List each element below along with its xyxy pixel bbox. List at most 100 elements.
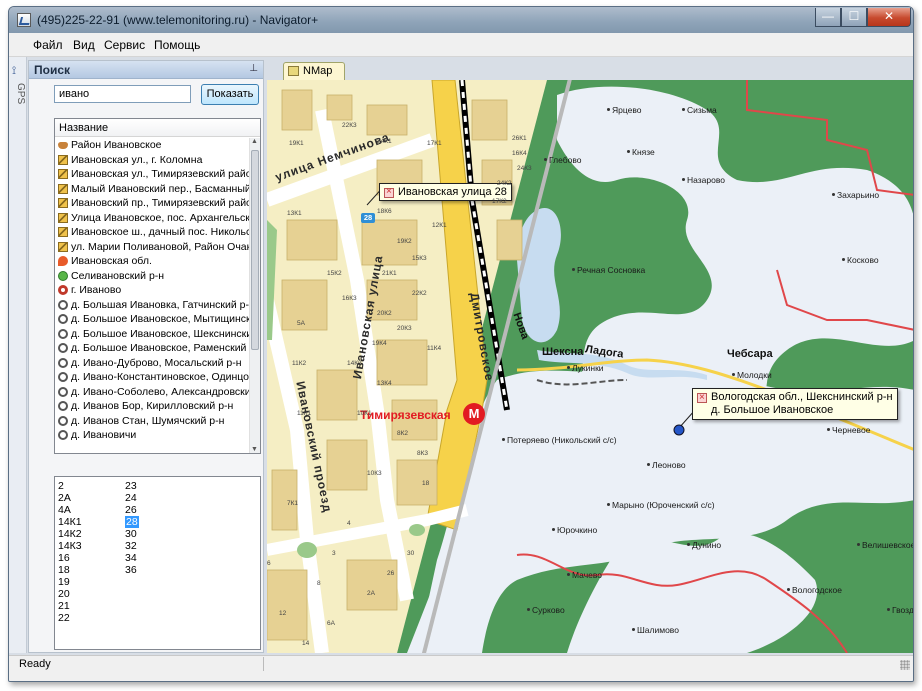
list-item[interactable]: ул. Марии Поливановой, Район Очаково — [55, 240, 250, 255]
building-number: 7К1 — [287, 500, 299, 507]
list-item[interactable]: Малый Ивановский пер., Басманный р-н — [55, 182, 250, 197]
house-column-1: 2 2А 4А 14К1 14К2 14К3 16 18 19 20 21 22 — [58, 480, 82, 624]
list-item[interactable]: Ивановская ул., Тимирязевский район — [55, 167, 250, 182]
list-item[interactable]: г. Иваново — [55, 283, 250, 298]
village-label: Вологодское — [787, 585, 842, 595]
building-number: 15К3 — [412, 255, 427, 262]
pin-icon[interactable]: ⊥ — [249, 63, 258, 74]
building-number: 11К2 — [292, 360, 307, 367]
list-item[interactable]: Улица Ивановское, пос. Архангельское — [55, 211, 250, 226]
list-item[interactable]: д. Большое Ивановское, Шекснинский р-н — [55, 327, 250, 342]
house-number-item[interactable]: 2А — [58, 492, 71, 504]
scroll-down-icon[interactable]: ▼ — [251, 446, 258, 453]
house-number-item[interactable]: 18 — [58, 564, 70, 576]
list-item[interactable]: Ивановская ул., г. Коломна — [55, 153, 250, 168]
list-item[interactable]: д. Ивано-Дуброво, Мосальский р-н — [55, 356, 250, 371]
list-item[interactable]: д. Иванов Стан, Шумячский р-н — [55, 414, 250, 429]
resize-grip-icon[interactable] — [900, 660, 910, 670]
building-number: 6 — [267, 560, 271, 567]
column-header-name[interactable]: Название — [55, 119, 260, 137]
list-item-label: ул. Марии Поливановой, Район Очаково — [71, 240, 250, 253]
menu-view[interactable]: Вид — [73, 38, 95, 52]
village-label: Косково — [842, 255, 879, 265]
village-label: Дунино — [686, 540, 722, 550]
village-label: Назарово — [682, 175, 725, 185]
building-number: 24К3 — [517, 165, 532, 172]
village-label: Молодки — [732, 370, 772, 380]
list-item-label: д. Большое Ивановское, Мытищинский р-н — [71, 313, 250, 325]
house-number-item[interactable]: 14К3 — [58, 540, 82, 552]
house-number-item[interactable]: 30 — [125, 528, 137, 540]
house-number-item[interactable]: 24 — [125, 492, 137, 504]
list-item[interactable]: д. Ивано-Соболево, Александровский р-н — [55, 385, 250, 400]
scroll-thumb[interactable] — [251, 150, 259, 350]
house-number-item[interactable]: 2 — [58, 480, 64, 492]
region-callout-close-icon[interactable] — [697, 391, 707, 404]
house-number-item[interactable]: 16 — [58, 552, 70, 564]
region-callout: Вологодская обл., Шекснинский р-н д. Бол… — [692, 388, 898, 420]
building-number: 12 — [279, 610, 287, 617]
callout-close-icon[interactable] — [384, 186, 394, 198]
menu-file[interactable]: Файл — [33, 38, 63, 52]
list-item[interactable]: Район Ивановское — [55, 138, 250, 153]
list-item[interactable]: Ивановская обл. — [55, 254, 250, 269]
list-item[interactable]: д. Ивано-Константиновское, Одинцовский р… — [55, 370, 250, 385]
house-number-item[interactable]: 14К2 — [58, 528, 82, 540]
village-icon — [58, 372, 68, 382]
minimize-button[interactable]: — — [815, 8, 841, 27]
maximize-button[interactable]: ☐ — [841, 8, 867, 27]
list-item[interactable]: д. Ивановичи — [55, 428, 250, 443]
list-item[interactable]: д. Большое Ивановское, Мытищинский р-н — [55, 312, 250, 327]
village-label: Глебово — [543, 155, 582, 165]
region-location-marker[interactable] — [673, 424, 685, 436]
metro-icon[interactable]: M — [463, 403, 485, 425]
village-label: Марыно (Юроченский с/с) — [607, 500, 715, 510]
house-number-item[interactable]: 14К1 — [58, 516, 82, 528]
gps-antenna-icon[interactable]: ⟟ — [12, 65, 24, 77]
house-number-item[interactable]: 4А — [58, 504, 71, 516]
house-number-item[interactable]: 28 — [125, 516, 139, 528]
house-number-item[interactable]: 23 — [125, 480, 137, 492]
house-number-item[interactable]: 19 — [58, 576, 70, 588]
house-number-item[interactable]: 36 — [125, 564, 137, 576]
title-bar[interactable]: (495)225-22-91 (www.telemonitoring.ru) -… — [9, 7, 913, 33]
close-button[interactable]: ✕ — [867, 8, 911, 27]
house-numbers-list[interactable]: 2 2А 4А 14К1 14К2 14К3 16 18 19 20 21 22 23 24 26 28 30… — [54, 476, 261, 650]
house-number-item[interactable]: 21 — [58, 600, 70, 612]
city-icon — [58, 285, 68, 295]
area-icon — [58, 270, 68, 281]
list-item-label: д. Ивано-Дуброво, Мосальский р-н — [71, 356, 242, 369]
list-item-label: д. Большое Ивановское, Шекснинский р-н — [71, 327, 250, 340]
village-label: Шалимово — [632, 625, 679, 635]
house-marker-28[interactable]: 28 — [361, 213, 375, 223]
building-number: 14К2 — [347, 360, 362, 367]
show-button[interactable]: Показать — [201, 84, 259, 105]
house-number-item[interactable]: 34 — [125, 552, 137, 564]
list-item-label: Ивановская обл. — [71, 255, 152, 267]
status-text: Ready — [19, 658, 51, 670]
list-item[interactable]: д. Иванов Бор, Кирилловский р-н — [55, 399, 250, 414]
tab-nmap[interactable]: NMap — [283, 62, 345, 80]
results-scrollbar[interactable]: ▲ ▼ — [249, 138, 260, 453]
tab-gps[interactable]: GPS — [10, 83, 26, 104]
menu-service[interactable]: Сервис — [104, 38, 145, 52]
building-number: 21К1 — [382, 270, 397, 277]
search-input[interactable] — [54, 85, 191, 103]
house-number-item[interactable]: 32 — [125, 540, 137, 552]
list-item[interactable]: Ивановское ш., дачный пос. Никольское — [55, 225, 250, 240]
list-item[interactable]: Ивановский пр., Тимирязевский район — [55, 196, 250, 211]
house-number-item[interactable]: 22 — [58, 612, 70, 624]
building-number: 19К1 — [289, 140, 304, 147]
map-view[interactable]: улица Немчинова Ивановская улица Ивановс… — [267, 80, 913, 653]
list-item[interactable]: д. Большое Ивановское, Раменский р-н — [55, 341, 250, 356]
building-number: 20К2 — [377, 310, 392, 317]
house-number-item[interactable]: 26 — [125, 504, 137, 516]
list-item[interactable]: д. Большая Ивановка, Гатчинский р-н — [55, 298, 250, 313]
list-item-label: Ивановское ш., дачный пос. Никольское — [71, 226, 250, 238]
scroll-up-icon[interactable]: ▲ — [251, 138, 258, 145]
village-label: Гвоздево — [887, 605, 913, 615]
list-item[interactable]: Селивановский р-н — [55, 269, 250, 284]
search-results-list[interactable]: Название Район Ивановское Ивановская ул.,… — [54, 118, 261, 454]
menu-help[interactable]: Помощь — [154, 38, 200, 52]
house-number-item[interactable]: 20 — [58, 588, 70, 600]
